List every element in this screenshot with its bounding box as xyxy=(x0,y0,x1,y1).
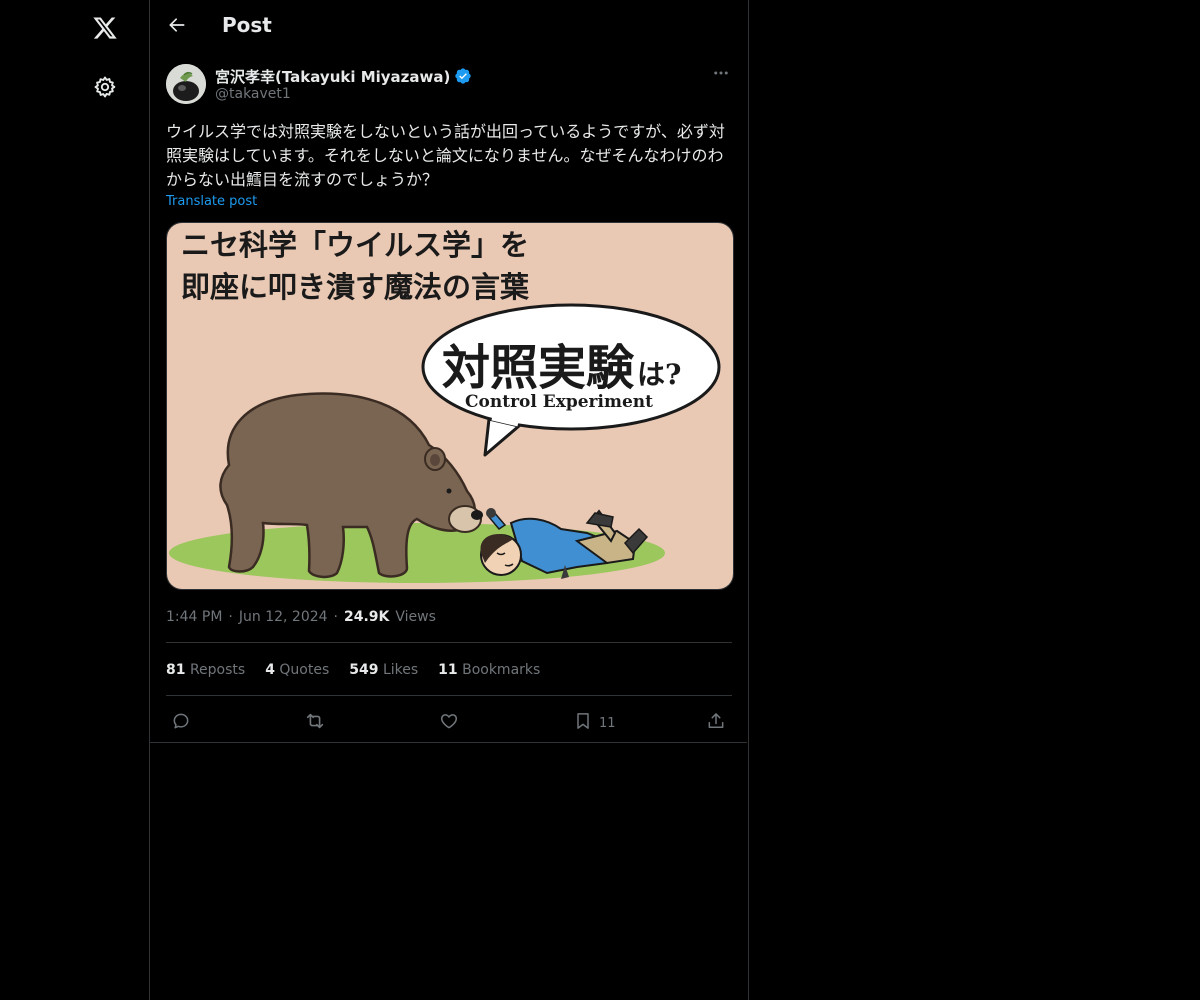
bookmarks-count: 11 xyxy=(438,662,458,678)
quotes-stat[interactable]: 4 Quotes xyxy=(265,662,329,678)
author-name-row: 宮沢孝幸(Takayuki Miyazawa) xyxy=(215,65,472,87)
repost-button[interactable] xyxy=(304,706,326,740)
post-header: Post xyxy=(150,0,748,53)
page-title: Post xyxy=(222,13,272,37)
views-count: 24.9K xyxy=(344,609,390,625)
divider xyxy=(166,642,732,643)
back-button[interactable] xyxy=(162,10,192,44)
heart-icon xyxy=(439,711,459,735)
quotes-label: Quotes xyxy=(279,662,330,678)
bookmark-count: 11 xyxy=(599,715,616,731)
likes-stat[interactable]: 549 Likes xyxy=(349,662,418,678)
reposts-count: 81 xyxy=(166,662,186,678)
app: Post 宮沢孝幸(Takayuki Miyazawa) @takavet1 ウ… xyxy=(0,0,1200,1000)
author-handle[interactable]: @takavet1 xyxy=(215,86,291,102)
share-icon xyxy=(706,711,726,735)
views-label: Views xyxy=(395,609,436,625)
more-button[interactable] xyxy=(710,64,732,86)
quotes-count: 4 xyxy=(265,662,275,678)
share-button[interactable] xyxy=(706,706,726,740)
image-title-line2: 即座に叩き潰す魔法の言葉 xyxy=(181,270,530,304)
repost-icon xyxy=(304,710,326,736)
gear-icon[interactable] xyxy=(88,70,122,104)
bookmark-icon xyxy=(573,711,593,735)
post-meta: 1:44 PM · Jun 12, 2024 · 24.9K Views xyxy=(166,607,436,627)
translate-post-link[interactable]: Translate post xyxy=(166,194,257,209)
post-image[interactable]: ニセ科学「ウイルス学」を 即座に叩き潰す魔法の言葉 対照実験 は? Contro… xyxy=(166,222,734,590)
reposts-stat[interactable]: 81 Reposts xyxy=(166,662,245,678)
engagement-stats: 81 Reposts 4 Quotes 549 Likes 11 Bookmar… xyxy=(166,660,540,680)
column-bottom-divider xyxy=(149,742,747,743)
bookmark-button[interactable]: 11 xyxy=(573,706,616,740)
bookmarks-stat[interactable]: 11 Bookmarks xyxy=(438,662,540,678)
reply-button[interactable] xyxy=(171,706,191,740)
avatar[interactable] xyxy=(166,64,206,104)
divider xyxy=(166,695,732,696)
like-button[interactable] xyxy=(439,706,459,740)
post-text: ウイルス学では対照実験をしないという話が出回っているようですが、必ず対照実験はし… xyxy=(166,122,725,189)
meta-separator: · xyxy=(228,609,233,625)
bubble-suffix-text: は? xyxy=(637,358,681,391)
post-time[interactable]: 1:44 PM xyxy=(166,609,222,625)
meta-separator: · xyxy=(333,609,338,625)
more-dots-icon xyxy=(712,64,730,86)
action-bar: 11 xyxy=(166,706,732,740)
bubble-main-text: 対照実験 xyxy=(442,340,635,396)
bookmarks-label: Bookmarks xyxy=(462,662,541,678)
post-column: Post 宮沢孝幸(Takayuki Miyazawa) @takavet1 ウ… xyxy=(149,0,749,1000)
reply-icon xyxy=(171,711,191,735)
bubble-english-text: Control Experiment xyxy=(465,392,653,412)
reposts-label: Reposts xyxy=(189,662,246,678)
verified-badge-icon xyxy=(454,67,472,85)
likes-count: 549 xyxy=(349,662,379,678)
author-display-name[interactable]: 宮沢孝幸(Takayuki Miyazawa) xyxy=(215,66,450,87)
likes-label: Likes xyxy=(382,662,419,678)
post-date[interactable]: Jun 12, 2024 xyxy=(239,609,328,625)
image-title-line1: ニセ科学「ウイルス学」を xyxy=(181,228,529,262)
x-logo-icon[interactable] xyxy=(88,11,122,45)
arrow-left-icon xyxy=(167,15,187,39)
left-nav xyxy=(0,0,149,1000)
